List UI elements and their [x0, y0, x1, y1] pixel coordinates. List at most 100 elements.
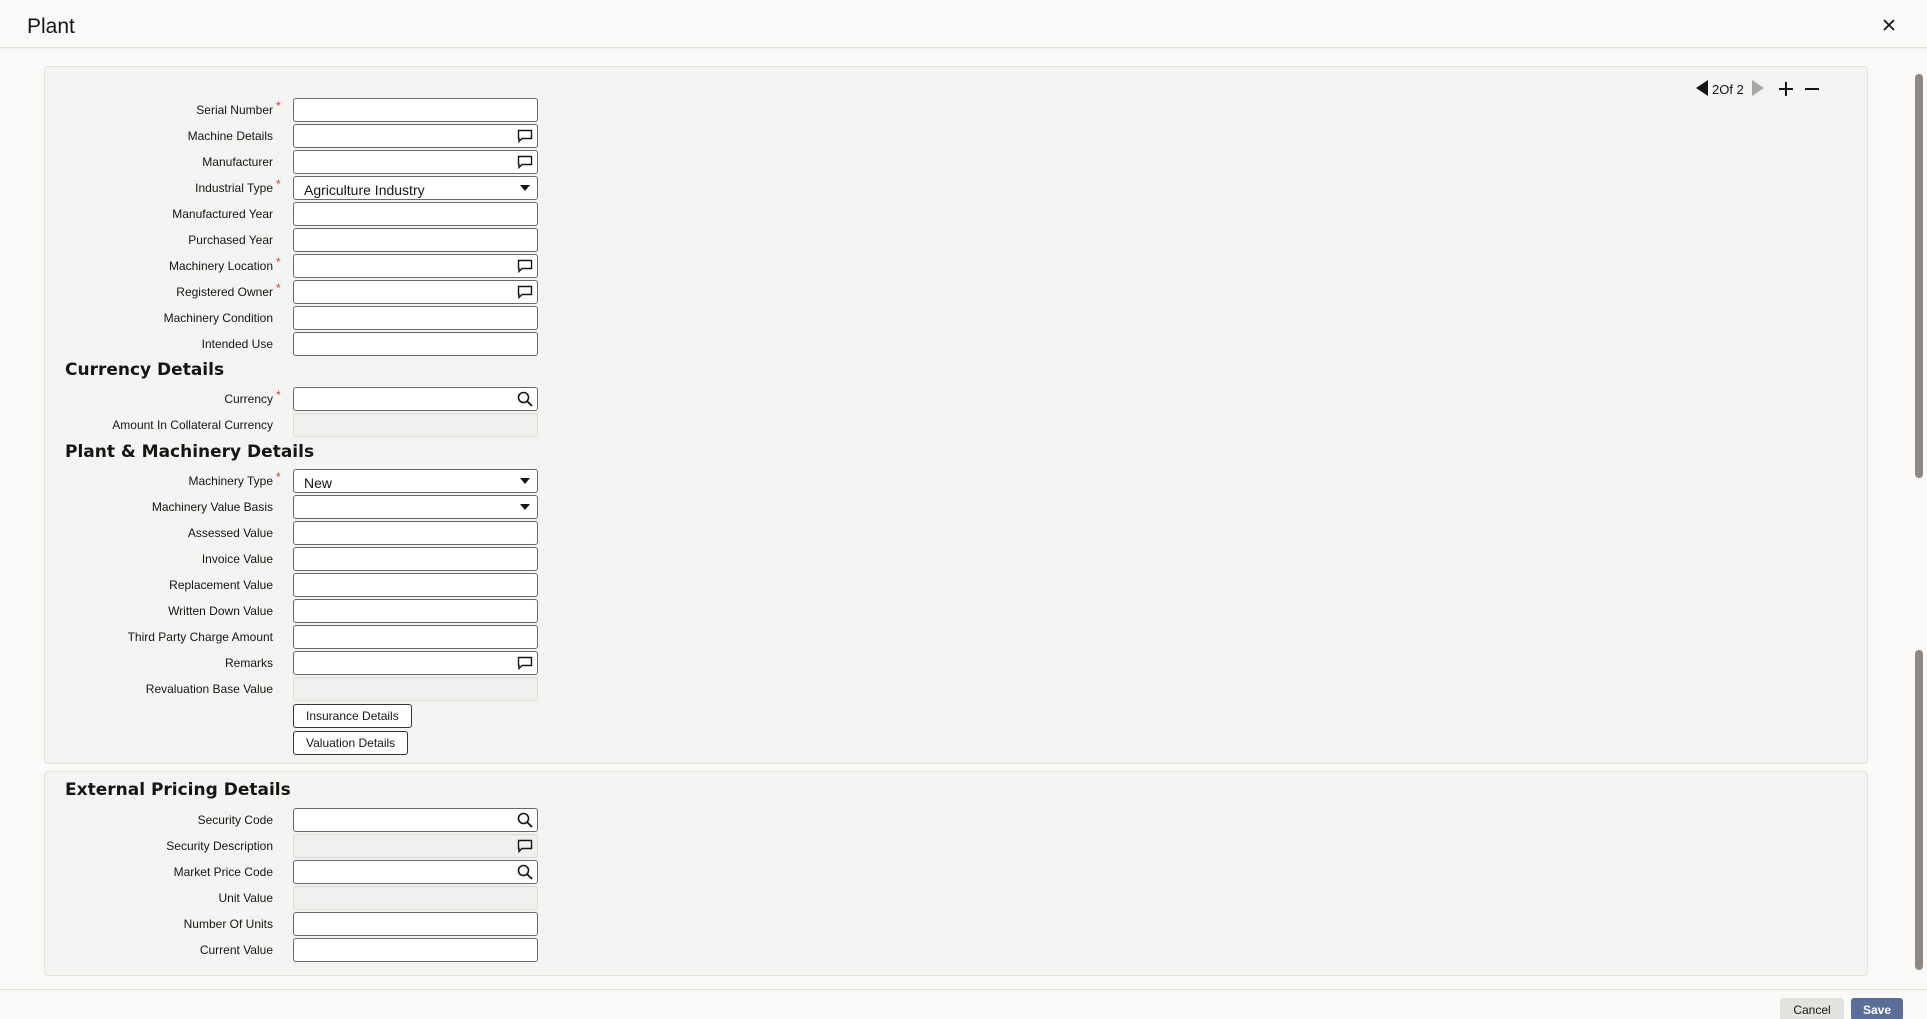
written-down-value-row: Written Down Value	[45, 599, 605, 623]
assessed-value-input[interactable]	[293, 521, 538, 545]
amount-in-collateral-currency-field	[293, 413, 538, 437]
search-icon[interactable]	[515, 390, 535, 408]
unit-value-label: Unit Value	[218, 891, 273, 905]
written-down-value-input[interactable]	[293, 599, 538, 623]
caret-down-icon[interactable]	[515, 498, 535, 516]
machinery-condition-label: Machinery Condition	[163, 311, 273, 325]
required-marker: *	[276, 255, 281, 269]
add-record-icon[interactable]	[1777, 80, 1795, 101]
intended-use-label: Intended Use	[201, 337, 273, 351]
market-price-code-input[interactable]	[293, 860, 538, 884]
external-pricing-heading: External Pricing Details	[65, 780, 291, 800]
market-price-code-label: Market Price Code	[173, 865, 273, 879]
caret-down-icon[interactable]	[515, 472, 535, 490]
currency-input[interactable]	[293, 387, 538, 411]
manufacturer-input[interactable]	[293, 150, 538, 174]
manufacturer-label: Manufacturer	[202, 155, 273, 169]
caret-down-icon[interactable]	[515, 179, 535, 197]
valuation-details-button[interactable]: Valuation Details	[293, 731, 409, 755]
chat-bubble-icon[interactable]	[515, 153, 535, 171]
chat-bubble-icon[interactable]	[515, 257, 535, 275]
search-icon[interactable]	[515, 811, 535, 829]
manufactured-year-input[interactable]	[293, 202, 538, 226]
save-button[interactable]: Save	[1851, 998, 1903, 1019]
assessed-value-label: Assessed Value	[187, 526, 273, 540]
number-of-units-label: Number Of Units	[183, 917, 273, 931]
current-value-label: Current Value	[199, 943, 273, 957]
purchased-year-label: Purchased Year	[188, 233, 273, 247]
security-description-field	[293, 834, 538, 858]
delete-record-icon[interactable]	[1803, 80, 1821, 101]
revaluation-base-value-row: Revaluation Base Value	[45, 677, 605, 701]
scrollbar-thumb-lower[interactable]	[1915, 650, 1923, 970]
scrollbar-thumb-upper[interactable]	[1915, 74, 1923, 478]
third-party-charge-amount-input[interactable]	[293, 625, 538, 649]
manufactured-year-label: Manufactured Year	[172, 207, 273, 221]
serial-number-input[interactable]	[293, 98, 538, 122]
serial-number-label: Serial Number	[196, 103, 273, 117]
security-description-row: Security Description	[45, 834, 605, 858]
chat-bubble-icon[interactable]	[515, 837, 535, 855]
chat-bubble-icon[interactable]	[515, 283, 535, 301]
industrial-type-select[interactable]: Agriculture Industry	[293, 176, 538, 200]
search-icon[interactable]	[515, 863, 535, 881]
previous-record-icon[interactable]	[1695, 79, 1709, 100]
cancel-button[interactable]: Cancel	[1780, 998, 1844, 1019]
security-code-input[interactable]	[293, 808, 538, 832]
registered-owner-row: Registered Owner *	[45, 280, 605, 304]
required-marker: *	[276, 99, 281, 113]
number-of-units-row: Number Of Units	[45, 912, 605, 936]
close-icon[interactable]	[1878, 14, 1900, 36]
replacement-value-label: Replacement Value	[169, 578, 273, 592]
remarks-input[interactable]	[293, 651, 538, 675]
currency-details-heading: Currency Details	[65, 360, 225, 380]
machinery-value-basis-label: Machinery Value Basis	[151, 500, 273, 514]
security-description-label: Security Description	[166, 839, 273, 853]
machinery-type-row: Machinery Type * New	[45, 469, 605, 493]
machine-details-label: Machine Details	[187, 129, 273, 143]
currency-label: Currency	[224, 392, 273, 406]
amount-in-collateral-currency-label: Amount In Collateral Currency	[112, 418, 273, 432]
chat-bubble-icon[interactable]	[515, 654, 535, 672]
page-indicator: 2Of 2	[1712, 82, 1744, 97]
machinery-condition-row: Machinery Condition	[45, 306, 605, 330]
vertical-scrollbar[interactable]	[1913, 58, 1923, 976]
invoice-value-row: Invoice Value	[45, 547, 605, 571]
machinery-location-row: Machinery Location *	[45, 254, 605, 278]
next-record-icon[interactable]	[1751, 79, 1765, 100]
required-marker: *	[276, 281, 281, 295]
machinery-value-basis-select[interactable]	[293, 495, 538, 519]
intended-use-input[interactable]	[293, 332, 538, 356]
revaluation-base-value-label: Revaluation Base Value	[145, 682, 273, 696]
insurance-details-button[interactable]: Insurance Details	[293, 704, 412, 728]
dialog-footer: Cancel Save	[0, 989, 1927, 1019]
dialog-body: 2Of 2 Serial Number * Machine Details Ma…	[0, 49, 1927, 989]
required-marker: *	[276, 388, 281, 402]
serial-number-row: Serial Number *	[45, 98, 605, 122]
chat-bubble-icon[interactable]	[515, 127, 535, 145]
purchased-year-input[interactable]	[293, 228, 538, 252]
remarks-label: Remarks	[224, 656, 273, 670]
amount-in-collateral-currency-row: Amount In Collateral Currency	[45, 413, 605, 437]
machinery-condition-input[interactable]	[293, 306, 538, 330]
replacement-value-row: Replacement Value	[45, 573, 605, 597]
plant-details-panel: 2Of 2 Serial Number * Machine Details Ma…	[44, 66, 1868, 764]
replacement-value-input[interactable]	[293, 573, 538, 597]
registered-owner-label: Registered Owner	[176, 285, 273, 299]
intended-use-row: Intended Use	[45, 332, 605, 356]
machinery-type-select[interactable]: New	[293, 469, 538, 493]
unit-value-field	[293, 886, 538, 910]
registered-owner-input[interactable]	[293, 280, 538, 304]
unit-value-row: Unit Value	[45, 886, 605, 910]
invoice-value-input[interactable]	[293, 547, 538, 571]
machinery-type-label: Machinery Type	[188, 474, 274, 488]
machine-details-input[interactable]	[293, 124, 538, 148]
machinery-location-input[interactable]	[293, 254, 538, 278]
number-of-units-input[interactable]	[293, 912, 538, 936]
current-value-input[interactable]	[293, 938, 538, 962]
remarks-row: Remarks	[45, 651, 605, 675]
manufacturer-row: Manufacturer	[45, 150, 605, 174]
third-party-charge-amount-label: Third Party Charge Amount	[127, 630, 273, 644]
market-price-code-row: Market Price Code	[45, 860, 605, 884]
record-navigator: 2Of 2	[1695, 79, 1835, 101]
